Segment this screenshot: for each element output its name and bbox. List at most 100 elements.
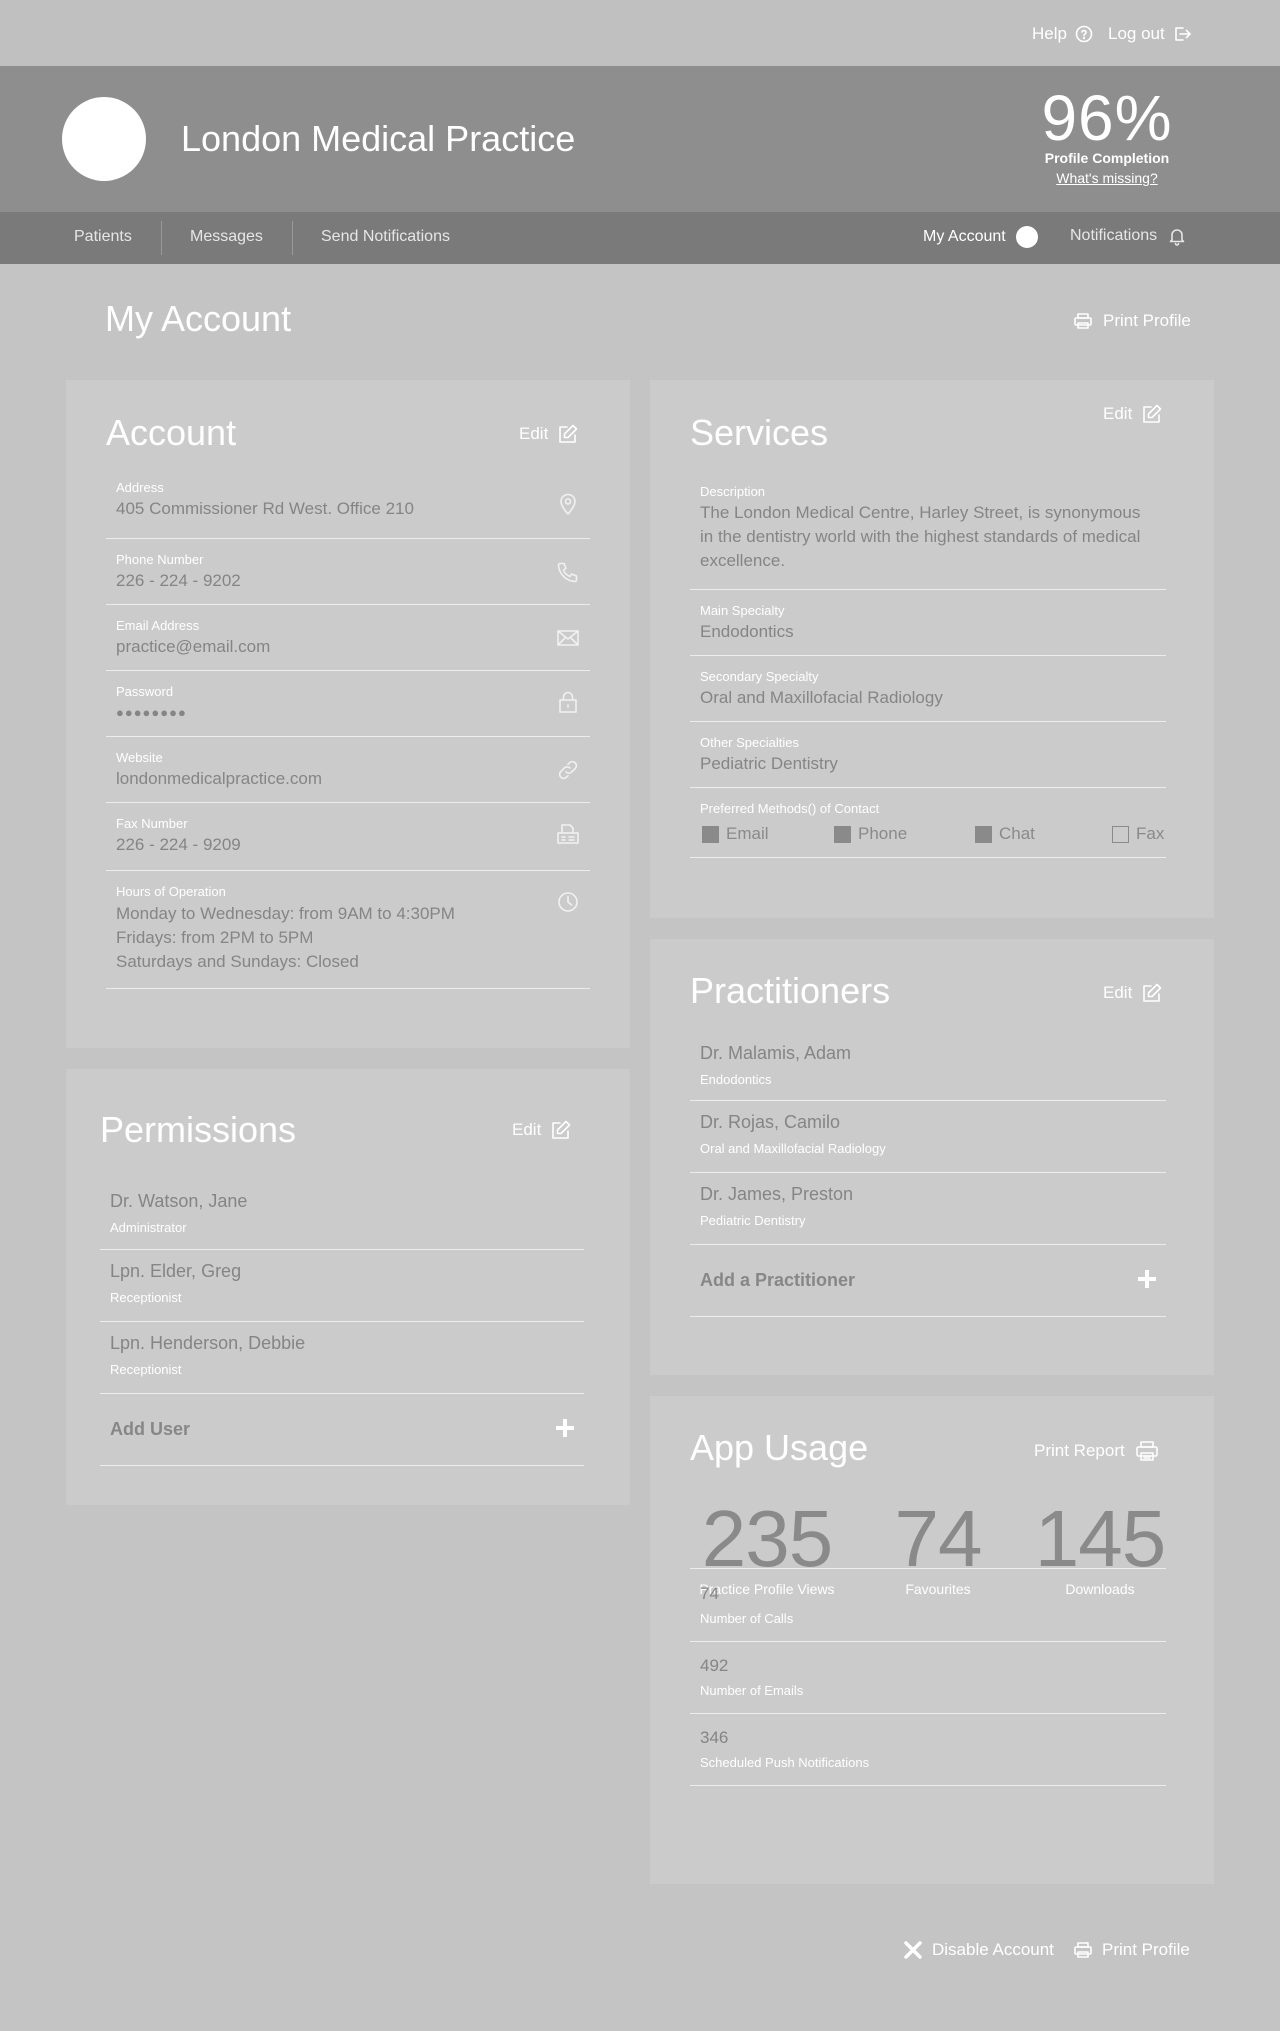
logout-icon xyxy=(1173,25,1191,43)
location-pin-icon xyxy=(556,492,580,516)
usage-value: 492 xyxy=(700,1656,729,1675)
practitioner-specialty: Endodontics xyxy=(700,1072,772,1087)
usage-value: 346 xyxy=(700,1728,729,1747)
practitioner-row[interactable]: Dr. Rojas, Camilo Oral and Maxillofacial… xyxy=(690,1100,1166,1173)
hours-field[interactable]: Hours of Operation Monday to Wednesday: … xyxy=(106,870,590,989)
nav-messages[interactable]: Messages xyxy=(190,228,263,246)
page-title: My Account xyxy=(105,298,292,339)
question-circle-icon xyxy=(1075,25,1093,43)
add-practitioner-button[interactable]: Add a Practitioner xyxy=(690,1244,1166,1317)
usage-value: 74 xyxy=(700,1584,719,1603)
link-icon xyxy=(556,758,580,782)
permissions-edit-button[interactable]: Edit xyxy=(512,1119,572,1141)
field-value: londonmedicalpractice.com xyxy=(116,769,322,788)
add-practitioner-label: Add a Practitioner xyxy=(700,1270,856,1290)
account-edit-button[interactable]: Edit xyxy=(519,423,579,445)
contact-email-checkbox[interactable]: Email xyxy=(702,824,769,844)
address-field[interactable]: Address 405 Commissioner Rd West. Office… xyxy=(106,472,590,539)
contact-methods-field: Preferred Methods() of Contact Email Pho… xyxy=(690,787,1166,858)
field-label: Hours of Operation xyxy=(116,884,226,899)
user-row[interactable]: Lpn. Elder, Greg Receptionist xyxy=(100,1249,584,1322)
other-specialties-field[interactable]: Other Specialties Pediatric Dentistry xyxy=(690,721,1166,788)
checkbox-label: Phone xyxy=(858,824,908,843)
main-nav: Patients Messages Send Notifications My … xyxy=(0,212,1280,264)
user-row[interactable]: Dr. Watson, Jane Administrator xyxy=(100,1179,584,1250)
password-field[interactable]: Password ●●●●●●●● xyxy=(106,670,590,737)
nav-notifications[interactable]: Notifications xyxy=(1070,226,1187,246)
practitioners-edit-button[interactable]: Edit xyxy=(1103,982,1163,1004)
field-label: Website xyxy=(116,750,163,765)
checkbox-checked xyxy=(975,825,992,843)
logout-label: Log out xyxy=(1108,24,1165,43)
practitioner-row[interactable]: Dr. Malamis, Adam Endodontics xyxy=(690,1034,1166,1101)
fax-field[interactable]: Fax Number 226 - 224 - 9209 xyxy=(106,802,590,871)
completion-label: Profile Completion xyxy=(1044,150,1170,166)
hours-line: Monday to Wednesday: from 9AM to 4:30PM xyxy=(116,904,455,923)
help-link[interactable]: Help xyxy=(1032,24,1093,44)
practice-name: London Medical Practice xyxy=(181,118,576,159)
email-field[interactable]: Email Address practice@email.com xyxy=(106,604,590,671)
secondary-specialty-field[interactable]: Secondary Specialty Oral and Maxillofaci… xyxy=(690,655,1166,722)
practitioner-row[interactable]: Dr. James, Preston Pediatric Dentistry xyxy=(690,1172,1166,1245)
contact-fax-checkbox[interactable]: Fax xyxy=(1112,824,1164,844)
edit-icon xyxy=(1141,982,1163,1004)
print-profile-button[interactable]: Print Profile xyxy=(1073,311,1191,331)
print-report-button[interactable]: Print Report xyxy=(1034,1439,1159,1463)
field-value: 405 Commissioner Rd West. Office 210 xyxy=(116,499,414,518)
whats-missing-link[interactable]: What's missing? xyxy=(1032,170,1182,186)
field-value: 226 - 224 - 9209 xyxy=(116,835,241,854)
printer-icon xyxy=(1073,1940,1093,1960)
stat-value: 145 xyxy=(1034,1494,1166,1583)
envelope-icon xyxy=(556,626,580,650)
plus-icon xyxy=(1136,1268,1158,1290)
nav-notifications-label: Notifications xyxy=(1070,227,1158,244)
field-label: Description xyxy=(700,484,766,499)
field-value: Oral and Maxillofacial Radiology xyxy=(700,688,943,707)
contact-methods: Email Phone Chat Fax xyxy=(700,824,1176,846)
phone-field[interactable]: Phone Number 226 - 224 - 9202 xyxy=(106,538,590,605)
nav-divider xyxy=(161,221,162,255)
avatar[interactable] xyxy=(62,97,146,181)
contact-chat-checkbox[interactable]: Chat xyxy=(975,824,1035,844)
disable-account-button[interactable]: Disable Account xyxy=(903,1940,1054,1960)
edit-label: Edit xyxy=(512,1120,542,1139)
services-edit-button[interactable]: Edit xyxy=(1103,403,1163,425)
practitioner-name: Dr. James, Preston xyxy=(700,1184,854,1204)
field-value: practice@email.com xyxy=(116,637,271,656)
user-name: Lpn. Elder, Greg xyxy=(110,1261,242,1281)
stat-value: 74 xyxy=(894,1494,983,1583)
usage-row: 74 Number of Calls xyxy=(690,1569,1166,1642)
field-value: 226 - 224 - 9202 xyxy=(116,571,241,590)
edit-label: Edit xyxy=(519,424,549,443)
usage-label: Number of Calls xyxy=(700,1611,794,1626)
website-field[interactable]: Website londonmedicalpractice.com xyxy=(106,736,590,803)
user-role: Receptionist xyxy=(110,1362,182,1377)
user-name: Lpn. Henderson, Debbie xyxy=(110,1333,306,1353)
add-user-label: Add User xyxy=(110,1419,191,1439)
logout-link[interactable]: Log out xyxy=(1108,24,1191,44)
nav-send-notifications[interactable]: Send Notifications xyxy=(321,228,450,246)
description-field[interactable]: Description The London Medical Centre, H… xyxy=(690,472,1166,590)
practitioner-specialty: Oral and Maxillofacial Radiology xyxy=(700,1141,886,1156)
print-profile-label: Print Profile xyxy=(1103,311,1191,330)
usage-row: 492 Number of Emails xyxy=(690,1641,1166,1714)
stat-value: 235 xyxy=(701,1494,833,1583)
user-row[interactable]: Lpn. Henderson, Debbie Receptionist xyxy=(100,1321,584,1394)
edit-icon xyxy=(1141,403,1163,425)
field-label: Main Specialty xyxy=(700,603,785,618)
nav-patients[interactable]: Patients xyxy=(74,228,132,246)
top-bar: Help Log out xyxy=(0,0,1280,66)
checkbox-label: Email xyxy=(726,824,769,843)
checkbox-label: Chat xyxy=(999,824,1035,843)
add-user-button[interactable]: Add User xyxy=(100,1393,584,1466)
footer-print-profile-button[interactable]: Print Profile xyxy=(1073,1940,1190,1960)
field-label: Preferred Methods() of Contact xyxy=(700,801,880,816)
contact-phone-checkbox[interactable]: Phone xyxy=(834,824,907,844)
nav-my-account[interactable]: My Account xyxy=(923,226,1038,248)
main-specialty-field[interactable]: Main Specialty Endodontics xyxy=(690,589,1166,656)
field-label: Email Address xyxy=(116,618,200,633)
user-role: Receptionist xyxy=(110,1290,182,1305)
plus-icon xyxy=(554,1417,576,1439)
help-label: Help xyxy=(1032,24,1067,43)
description-line: in the dentistry world with the highest … xyxy=(700,527,1141,546)
